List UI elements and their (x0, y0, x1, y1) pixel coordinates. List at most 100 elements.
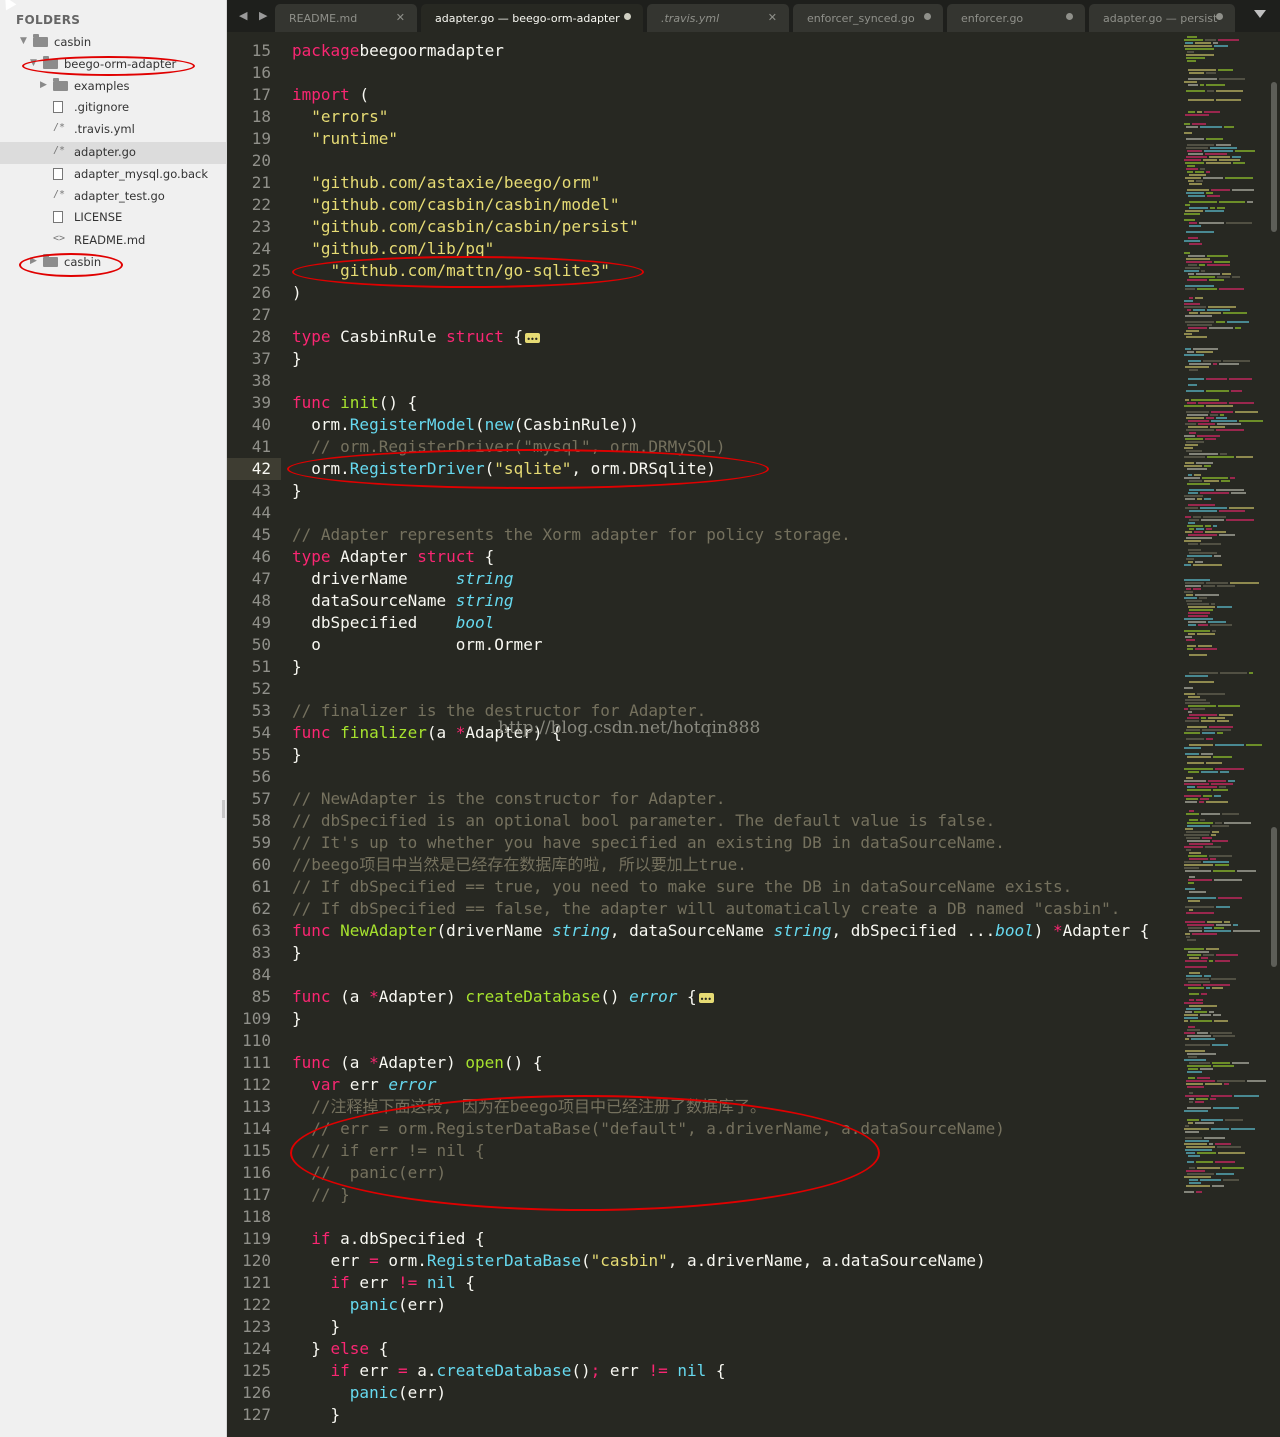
scrollbar-thumb-secondary[interactable] (1271, 827, 1277, 967)
sidebar-item[interactable]: /* adapter.go (0, 142, 226, 164)
tab[interactable]: .travis.yml ✕ (647, 4, 789, 32)
code-line[interactable]: // err = orm.RegisterDataBase("default",… (292, 1118, 1005, 1140)
folded-code-icon[interactable] (525, 329, 541, 351)
code-line[interactable]: driverName string (292, 568, 513, 590)
sidebar-item[interactable]: ▶ casbin (0, 252, 226, 274)
minimap-stroke (1188, 900, 1200, 902)
tab[interactable]: adapter.go — persist (1089, 4, 1235, 32)
unsaved-dot-icon[interactable] (624, 13, 631, 20)
sidebar-item[interactable]: adapter_mysql.go.back (0, 164, 226, 186)
code-line[interactable]: panic(err) (292, 1294, 446, 1316)
code-line[interactable]: o orm.Ormer (292, 634, 542, 656)
code-line[interactable]: if err != nil { (292, 1272, 476, 1294)
code-line[interactable]: // If dbSpecified == false, the adapter … (292, 898, 1120, 920)
sidebar-item[interactable]: LICENSE (0, 207, 226, 229)
code-line[interactable]: // if err != nil { (292, 1140, 484, 1162)
minimap-stroke (1185, 423, 1196, 425)
code-line[interactable]: orm.RegisterDriver("sqlite", orm.DRSqlit… (292, 458, 716, 480)
close-icon[interactable]: ✕ (396, 11, 405, 24)
tab[interactable]: adapter.go — beego-orm-adapter (421, 4, 643, 32)
scrollbar-thumb[interactable] (1271, 82, 1277, 232)
code-line[interactable]: } (292, 656, 302, 678)
code-line[interactable]: ) (292, 282, 302, 304)
code-line[interactable]: "github.com/lib/pq" (292, 238, 494, 260)
code-line[interactable]: } (292, 1316, 341, 1338)
minimap-stroke (1204, 480, 1219, 482)
vertical-scrollbar[interactable] (1268, 32, 1280, 1437)
code-line[interactable]: // NewAdapter is the constructor for Ada… (292, 788, 725, 810)
code-line[interactable]: //beego项目中当然是已经存在数据库的啦, 所以要加上true. (292, 854, 747, 876)
code-line[interactable]: dataSourceName string (292, 590, 513, 612)
sidebar-item[interactable]: ▶ examples (0, 76, 226, 98)
code-line[interactable]: type CasbinRule struct { (292, 326, 541, 351)
code-line[interactable]: func (a *Adapter) createDatabase() error… (292, 986, 714, 1011)
code-line[interactable]: "github.com/mattn/go-sqlite3" (292, 260, 610, 282)
chevron-down-icon[interactable]: ▼ (20, 36, 27, 46)
code-line[interactable]: panic(err) (292, 1382, 446, 1404)
code-line[interactable]: // dbSpecified is an optional bool param… (292, 810, 995, 832)
minimap-stroke (1187, 60, 1196, 62)
code-line[interactable]: } (292, 480, 302, 502)
tab-nav-arrows-icon[interactable]: ◀ ▶ (239, 9, 271, 22)
code-line[interactable]: // } (292, 1184, 350, 1206)
sidebar-item[interactable]: .gitignore (0, 97, 226, 119)
close-icon[interactable]: ✕ (768, 11, 777, 24)
code-line[interactable]: err = orm.RegisterDataBase("casbin", a.d… (292, 1250, 986, 1272)
sidebar-item[interactable]: /* .travis.yml (0, 119, 226, 141)
code-line[interactable]: "github.com/astaxie/beego/orm" (292, 172, 600, 194)
code-line[interactable]: "github.com/casbin/casbin/model" (292, 194, 619, 216)
code-line[interactable]: import ( (292, 84, 369, 106)
unsaved-dot-icon[interactable] (1066, 13, 1073, 20)
code-line[interactable]: packagebeegoormadapter (292, 40, 504, 62)
code-line[interactable]: "runtime" (292, 128, 398, 150)
minimap-stroke (1190, 1020, 1212, 1022)
minimap-stroke (1224, 822, 1251, 824)
code-line[interactable]: dbSpecified bool (292, 612, 494, 634)
unsaved-dot-icon[interactable] (924, 13, 931, 20)
tab[interactable]: README.md ✕ (275, 4, 417, 32)
sidebar-item[interactable]: <> README.md (0, 230, 226, 252)
code-line[interactable]: "errors" (292, 106, 388, 128)
code-line[interactable]: } else { (292, 1338, 388, 1360)
code-line[interactable]: } (292, 1404, 341, 1426)
tab[interactable]: enforcer_synced.go (793, 4, 943, 32)
folded-code-icon[interactable] (698, 989, 714, 1011)
chevron-down-icon[interactable]: ▼ (30, 58, 37, 68)
code-line[interactable]: type Adapter struct { (292, 546, 494, 568)
code-line[interactable]: var err error (292, 1074, 436, 1096)
sidebar-item[interactable]: /* adapter_test.go (0, 186, 226, 208)
code-line[interactable]: // panic(err) (292, 1162, 446, 1184)
minimap-stroke (1214, 45, 1228, 47)
sidebar-item-label: beego-orm-adapter (64, 57, 177, 71)
code-line[interactable]: func NewAdapter(driverName string, dataS… (292, 920, 1149, 942)
chevron-right-icon[interactable]: ▶ (30, 256, 37, 266)
code-line[interactable]: } (292, 744, 302, 766)
unsaved-dot-icon[interactable] (1216, 13, 1223, 20)
code-line[interactable]: // Adapter represents the Xorm adapter f… (292, 524, 851, 546)
code-line[interactable]: orm.RegisterModel(new(CasbinRule)) (292, 414, 639, 436)
sidebar-item[interactable]: ▼ beego-orm-adapter (0, 54, 226, 76)
minimap-stroke (1206, 171, 1210, 173)
sidebar-item[interactable]: ▼ casbin (0, 32, 226, 54)
code-line[interactable]: if err = a.createDatabase(); err != nil … (292, 1360, 726, 1382)
code-line[interactable]: func init() { (292, 392, 417, 414)
code-line[interactable]: } (292, 348, 302, 370)
code-line[interactable]: //注释掉下面这段, 因为在beego项目中已经注册了数据库了。 (292, 1096, 766, 1118)
minimap-stroke (1185, 1125, 1189, 1127)
code-line[interactable]: if a.dbSpecified { (292, 1228, 484, 1250)
code-line[interactable]: // orm.RegisterDriver("mysql", orm.DRMyS… (292, 436, 725, 458)
code-token: string (773, 921, 832, 940)
sidebar-resize-handle[interactable] (222, 800, 225, 818)
code-line[interactable]: // It's up to whether you have specified… (292, 832, 1005, 854)
tab[interactable]: enforcer.go (947, 4, 1085, 32)
code-line[interactable]: // If dbSpecified == true, you need to m… (292, 876, 1072, 898)
code-line[interactable]: } (292, 1008, 302, 1030)
tab-list-dropdown-icon[interactable] (1254, 10, 1266, 18)
code-line[interactable]: } (292, 942, 302, 964)
code-line[interactable]: "github.com/casbin/casbin/persist" (292, 216, 639, 238)
code-line[interactable]: func (a *Adapter) open() { (292, 1052, 542, 1074)
chevron-right-icon[interactable]: ▶ (40, 80, 47, 90)
minimap[interactable] (1182, 32, 1268, 1437)
line-number: 19 (251, 129, 271, 148)
minimap-stroke (1204, 1137, 1225, 1139)
